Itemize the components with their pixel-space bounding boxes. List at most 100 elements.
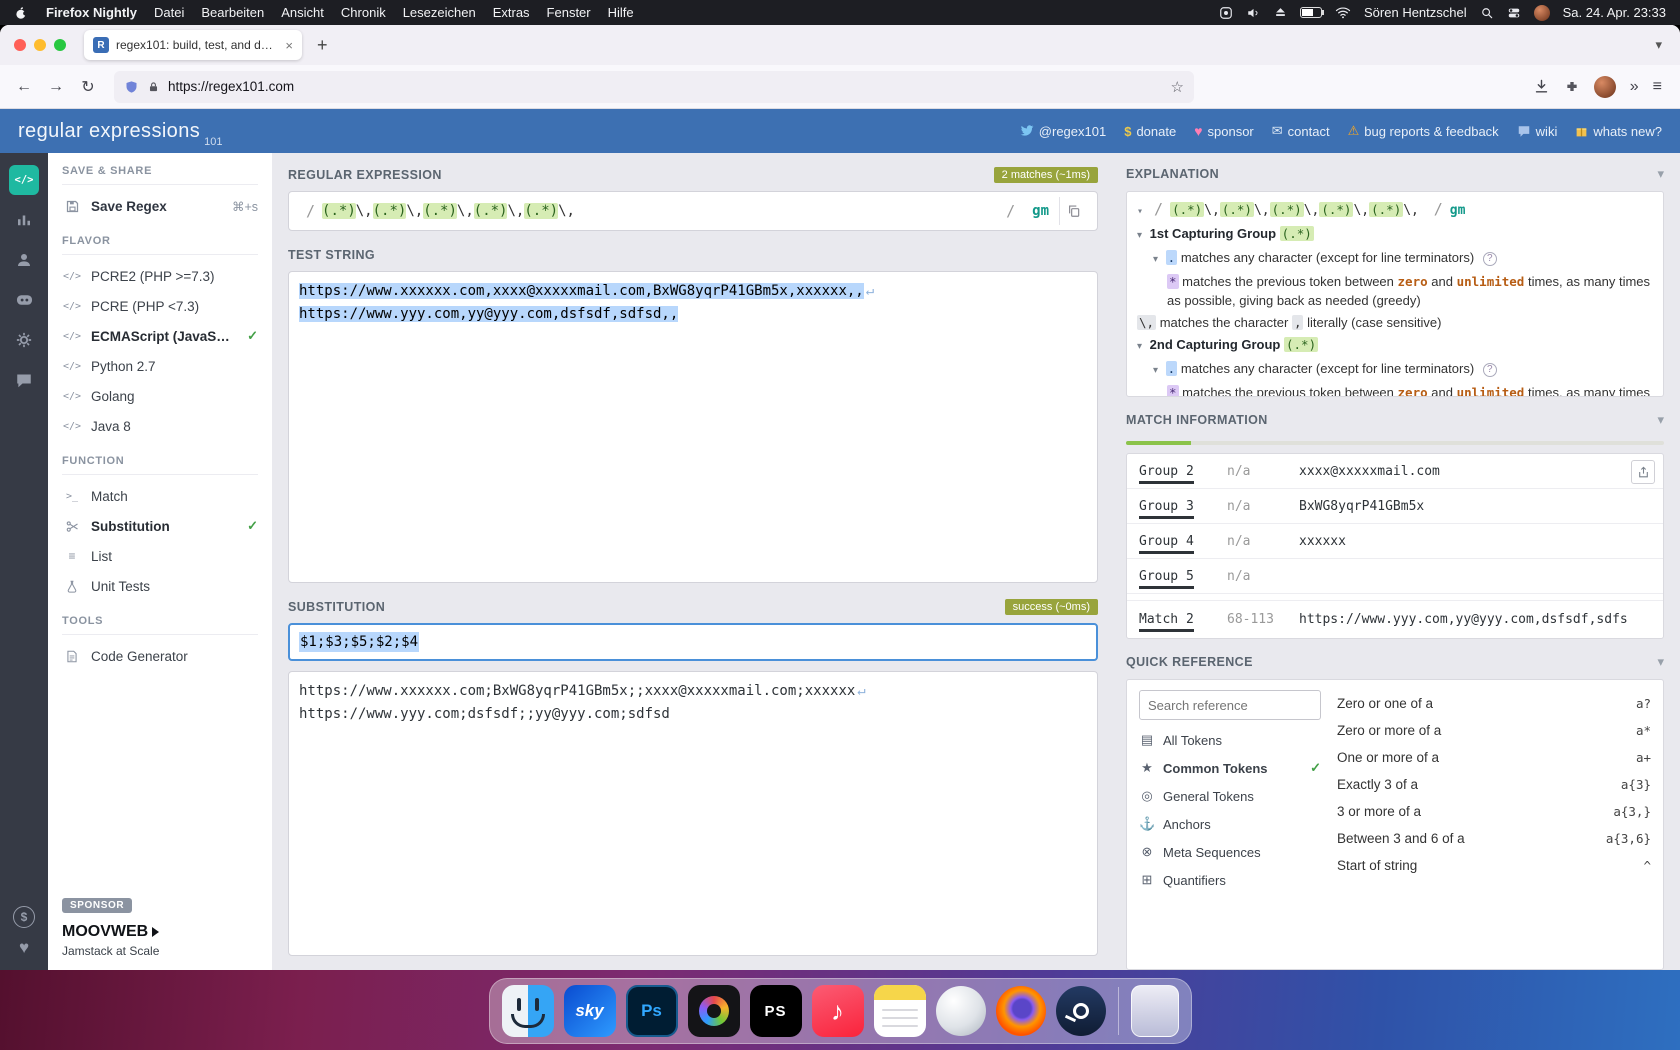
function-list[interactable]: ≡ List xyxy=(62,541,258,571)
dock-music-icon[interactable]: ♪ xyxy=(812,985,864,1037)
qr-entry[interactable]: Between 3 and 6 of aa{3,6} xyxy=(1337,825,1651,852)
help-icon[interactable]: ? xyxy=(1483,252,1497,266)
collapse-chevron-icon[interactable]: ▾ xyxy=(1657,166,1664,182)
qr-entry[interactable]: Exactly 3 of aa{3} xyxy=(1337,771,1651,798)
browser-tab[interactable]: R regex101: build, test, and debug × xyxy=(84,30,302,60)
flavor-golang[interactable]: </> Golang xyxy=(62,381,258,411)
regex-flags[interactable]: gm xyxy=(1032,203,1049,219)
apple-menu-icon[interactable] xyxy=(14,5,29,21)
function-unit-tests[interactable]: Unit Tests xyxy=(62,571,258,601)
feedback-chat-icon[interactable] xyxy=(9,365,39,395)
menu-bearbeiten[interactable]: Bearbeiten xyxy=(201,5,264,20)
qr-all-tokens[interactable]: ▤ All Tokens xyxy=(1139,726,1321,754)
search-reference-input[interactable] xyxy=(1139,690,1321,720)
qr-entry[interactable]: 3 or more of aa{3,} xyxy=(1337,798,1651,825)
account-avatar[interactable] xyxy=(1594,76,1616,98)
qr-entry[interactable]: Start of string^ xyxy=(1337,852,1651,879)
account-icon[interactable] xyxy=(9,245,39,275)
menu-chronik[interactable]: Chronik xyxy=(341,5,386,20)
function-substitution[interactable]: Substitution ✓ xyxy=(62,511,258,541)
menu-lesezeichen[interactable]: Lesezeichen xyxy=(403,5,476,20)
spotlight-search-icon[interactable] xyxy=(1480,6,1494,20)
back-button[interactable]: ← xyxy=(10,78,38,96)
match-row-group4[interactable]: Group 4 n/a xxxxxx xyxy=(1127,524,1663,559)
wifi-icon[interactable] xyxy=(1335,6,1351,19)
menu-ansicht[interactable]: Ansicht xyxy=(281,5,324,20)
menubar-clock[interactable]: Sa. 24. Apr. 23:33 xyxy=(1563,5,1666,20)
collapse-chevron-icon[interactable]: ▾ xyxy=(1657,412,1664,428)
dock-trash-icon[interactable] xyxy=(1131,985,1179,1037)
copy-regex-icon[interactable] xyxy=(1059,197,1087,225)
dot-explanation-row[interactable]: ▾ . matches any character (except for li… xyxy=(1137,359,1653,380)
community-discord-icon[interactable] xyxy=(9,285,39,315)
link-sponsor[interactable]: ♥ sponsor xyxy=(1194,123,1254,139)
qr-meta-sequences[interactable]: ⊗ Meta Sequences xyxy=(1139,838,1321,866)
url-text[interactable]: https://regex101.com xyxy=(168,79,294,94)
flavor-ecmascript[interactable]: </> ECMAScript (JavaS… ✓ xyxy=(62,321,258,351)
link-whats-new[interactable]: whats new? xyxy=(1575,124,1662,139)
group1-row[interactable]: ▾ 1st Capturing Group (.*) xyxy=(1137,224,1653,245)
menu-hilfe[interactable]: Hilfe xyxy=(608,5,634,20)
sponsor-logo[interactable]: MOOVWEB xyxy=(62,923,258,941)
regex-input[interactable]: / (.*)\,(.*)\,(.*)\,(.*)\,(.*)\, / gm xyxy=(288,191,1098,231)
tab-list-chevron-icon[interactable]: ▾ xyxy=(1655,37,1670,53)
site-logo[interactable]: regular expressions xyxy=(18,120,200,143)
dock-steam-icon[interactable] xyxy=(1056,986,1106,1036)
save-regex-button[interactable]: Save Regex ⌘+s xyxy=(62,191,258,221)
qr-general-tokens[interactable]: ◎ General Tokens xyxy=(1139,782,1321,810)
qr-entry[interactable]: Zero or one of aa? xyxy=(1337,690,1651,717)
url-bar[interactable]: https://regex101.com ☆ xyxy=(114,71,1194,103)
downloads-icon[interactable] xyxy=(1533,78,1550,95)
overflow-menu-icon[interactable]: » xyxy=(1630,78,1639,96)
donate-dollar-icon[interactable]: $ xyxy=(13,906,35,928)
qr-entry[interactable]: Zero or more of aa* xyxy=(1337,717,1651,744)
dock-ps-app-icon[interactable]: PS xyxy=(750,985,802,1037)
match-row-group5[interactable]: Group 5 n/a xyxy=(1127,559,1663,594)
link-wiki[interactable]: wiki xyxy=(1517,124,1558,139)
app-extra-icon[interactable] xyxy=(1219,6,1233,20)
function-match[interactable]: >_ Match xyxy=(62,481,258,511)
dock-finder-icon[interactable] xyxy=(502,985,554,1037)
lock-icon[interactable] xyxy=(147,80,160,94)
qr-quantifiers[interactable]: ⊞ Quantifiers xyxy=(1139,866,1321,894)
tracking-protection-shield-icon[interactable] xyxy=(124,79,139,95)
substitution-input[interactable]: $1;$3;$5;$2;$4 xyxy=(288,623,1098,661)
dock-white-ball-icon[interactable] xyxy=(936,986,986,1036)
dock-sky-icon[interactable]: sky xyxy=(564,985,616,1037)
link-donate[interactable]: $ donate xyxy=(1124,124,1176,139)
flavor-pcre[interactable]: </> PCRE (PHP <7.3) xyxy=(62,291,258,321)
dock-photoshop-icon[interactable]: Ps xyxy=(626,985,678,1037)
zoom-window-button[interactable] xyxy=(54,39,66,51)
settings-gear-icon[interactable] xyxy=(9,325,39,355)
minimize-window-button[interactable] xyxy=(34,39,46,51)
qr-entry[interactable]: One or more of aa+ xyxy=(1337,744,1651,771)
extensions-icon[interactable] xyxy=(1564,79,1580,95)
qr-common-tokens[interactable]: ★ Common Tokens ✓ xyxy=(1139,754,1321,782)
sponsor-heart-icon[interactable]: ♥ xyxy=(19,938,29,958)
control-center-icon[interactable] xyxy=(1507,6,1521,20)
qr-anchors[interactable]: ⚓ Anchors xyxy=(1139,810,1321,838)
menu-app-name[interactable]: Firefox Nightly xyxy=(46,5,137,20)
dock-firefox-icon[interactable] xyxy=(996,986,1046,1036)
regex-editor-icon[interactable]: </> xyxy=(9,165,39,195)
menubar-username[interactable]: Sören Hentzschel xyxy=(1364,5,1467,20)
test-string-area[interactable]: https://www.xxxxxx.com,xxxx@xxxxxmail.co… xyxy=(288,271,1098,583)
menubar-avatar[interactable] xyxy=(1534,5,1550,21)
new-tab-button[interactable]: + xyxy=(310,35,335,56)
menu-extras[interactable]: Extras xyxy=(493,5,530,20)
forward-button[interactable]: → xyxy=(42,78,70,96)
flavor-python[interactable]: </> Python 2.7 xyxy=(62,351,258,381)
tool-code-generator[interactable]: Code Generator xyxy=(62,641,258,671)
export-matches-icon[interactable] xyxy=(1631,460,1655,484)
dot-explanation-row[interactable]: ▾ . matches any character (except for li… xyxy=(1137,248,1653,269)
reload-button[interactable]: ↻ xyxy=(74,77,102,97)
match-row-group3[interactable]: Group 3 n/a BxWG8yqrP41GBm5x xyxy=(1127,489,1663,524)
link-twitter[interactable]: @regex101 xyxy=(1020,124,1106,139)
flavor-java[interactable]: </> Java 8 xyxy=(62,411,258,441)
dock-color-ring-app-icon[interactable] xyxy=(688,985,740,1037)
link-bug-reports[interactable]: ⚠ bug reports & feedback xyxy=(1348,123,1499,139)
app-menu-hamburger-icon[interactable]: ≡ xyxy=(1653,78,1662,96)
menu-datei[interactable]: Datei xyxy=(154,5,184,20)
collapse-chevron-icon[interactable]: ▾ xyxy=(1657,654,1664,670)
flavor-pcre2[interactable]: </> PCRE2 (PHP >=7.3) xyxy=(62,261,258,291)
